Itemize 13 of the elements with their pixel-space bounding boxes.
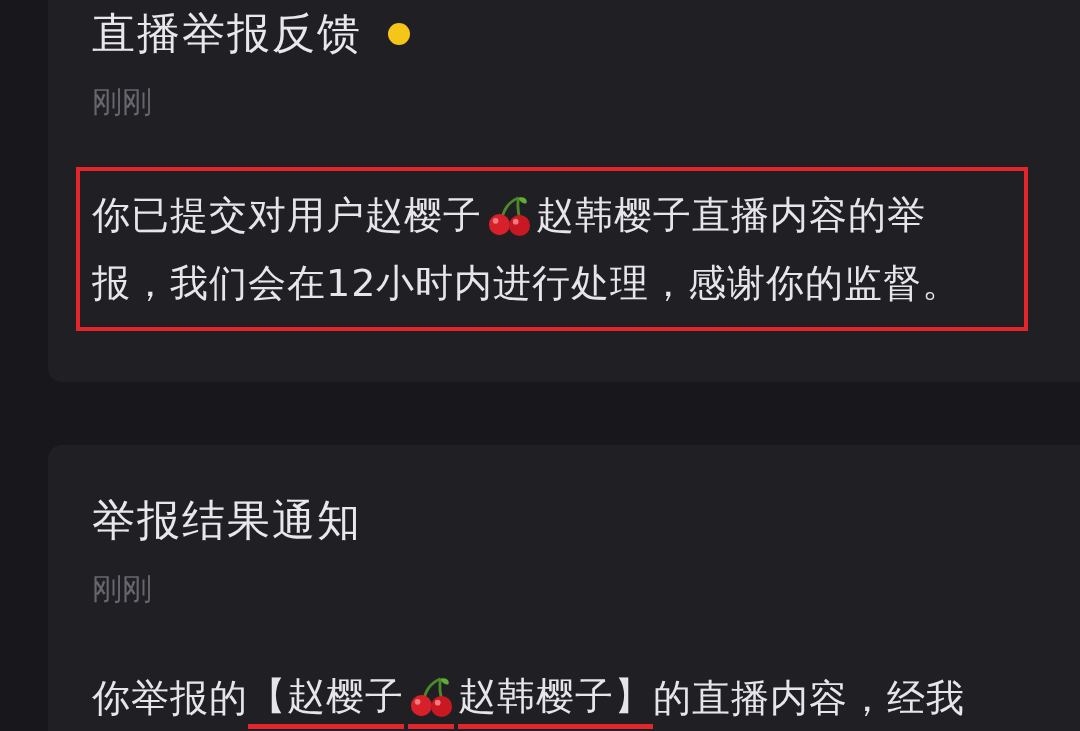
timestamp: 刚刚 [92, 570, 153, 608]
message-text: 报，我们会在12小时内进行处理，感谢你的监督。 [92, 260, 962, 307]
message-text: 你已提交对用户赵樱子 [92, 192, 482, 239]
notification-card[interactable]: 举报结果通知 刚刚 你举报的【赵樱子 赵韩樱子】的直播内容，经我 [48, 445, 1080, 731]
notification-title: 举报结果通知 [92, 494, 362, 547]
notification-title: 直播举报反馈 [92, 7, 362, 60]
notification-card[interactable]: 直播举报反馈 刚刚 你已提交对用户赵樱子 赵韩樱子直播内容的举 报，我们会在12小时内进行处理，感谢你的监督。 [48, 0, 1080, 382]
message-text: 【赵樱子 [248, 667, 404, 729]
message-text: 的直播内容，经我 [653, 675, 965, 722]
message-text: 赵韩樱子】 [458, 667, 653, 729]
message-text: 赵韩樱子直播内容的举 [536, 192, 926, 239]
timestamp: 刚刚 [92, 83, 153, 121]
message-text: 你举报的 [92, 675, 248, 722]
